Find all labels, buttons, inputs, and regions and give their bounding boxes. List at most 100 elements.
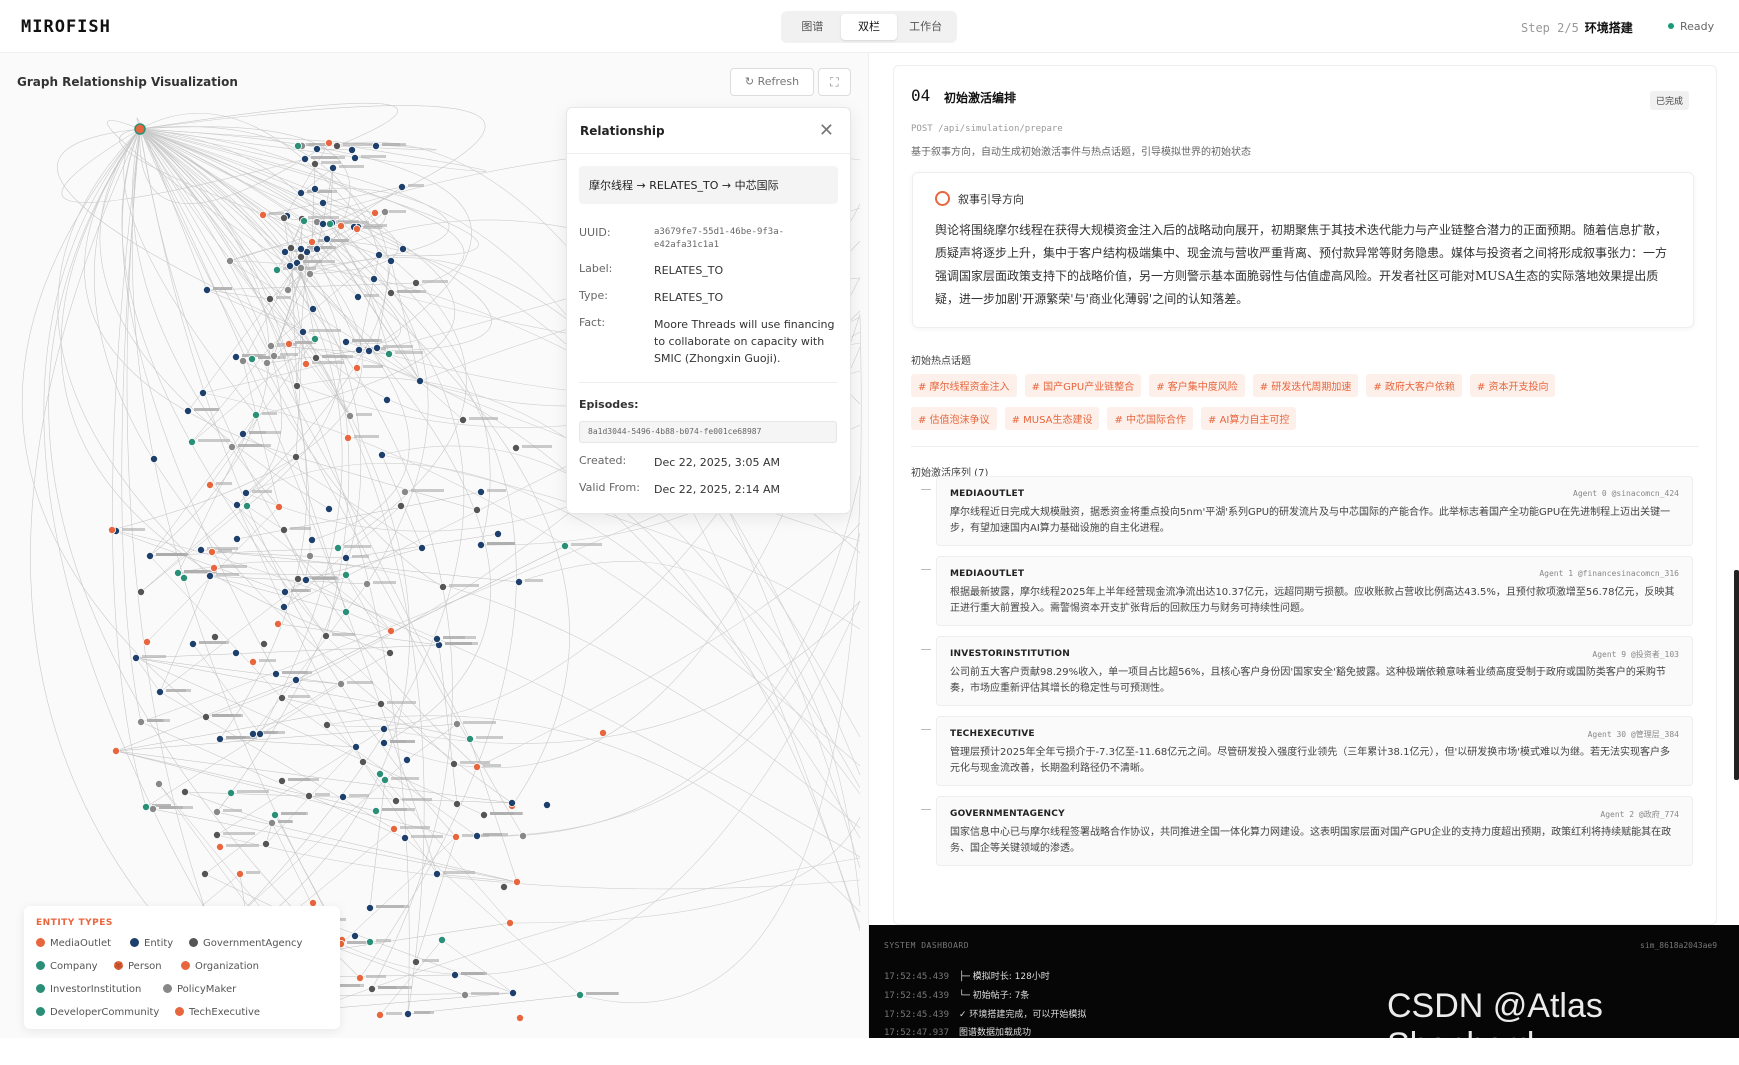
created-value: Dec 22, 2025, 3:05 AM	[654, 456, 780, 469]
topic-tag[interactable]: # MUSA生态建设	[1004, 407, 1100, 430]
tab-graph[interactable]: 图谱	[784, 14, 841, 40]
valid-value: Dec 22, 2025, 2:14 AM	[654, 483, 780, 496]
legend-dot	[181, 961, 190, 970]
scrollbar[interactable]	[1734, 570, 1739, 780]
legend-dot	[36, 938, 45, 947]
node-label	[339, 165, 364, 168]
graph-node	[269, 351, 278, 360]
graph-node	[338, 793, 347, 802]
graph-node	[380, 207, 389, 216]
graph-node	[259, 640, 268, 649]
post-text: 公司前五大客户贡献98.29%收入，单一项目占比超56%，且核心客户身份因'国家…	[950, 667, 1666, 694]
graph-node	[180, 788, 189, 797]
fullscreen-button[interactable]: ⛶	[818, 68, 851, 96]
node-label	[373, 581, 396, 584]
topic-tag[interactable]: # 中芯国际合作	[1107, 407, 1194, 430]
graph-node	[438, 583, 447, 592]
legend-label: Organization	[195, 961, 259, 972]
post-card[interactable]: MEDIAOUTLET Agent 1 @financesinacomcn_31…	[936, 556, 1693, 626]
node-label	[262, 412, 277, 415]
post-card[interactable]: GOVERNMENTAGENCY Agent 2 @政府_774 国家信息中心已…	[936, 796, 1693, 866]
graph-node	[333, 543, 342, 552]
graph-node	[231, 352, 240, 361]
graph-node	[225, 256, 234, 265]
graph-node	[296, 188, 305, 197]
topic-tag[interactable]: # 国产GPU产业链整合	[1024, 374, 1142, 397]
graph-edge	[139, 128, 517, 979]
graph-node	[576, 991, 585, 1000]
node-label	[382, 808, 407, 811]
graph-edge	[94, 128, 513, 804]
legend-item: InvestorInstitution	[36, 984, 141, 995]
node-label	[288, 778, 319, 781]
graph-node	[322, 234, 331, 243]
node-label	[246, 871, 260, 874]
node-label	[382, 143, 400, 146]
post-text: 管理层预计2025年全年亏损介于-7.3亿至-11.68亿元之间。尽管研发投入强…	[950, 747, 1670, 774]
graph-node	[400, 487, 409, 496]
graph-edge	[159, 579, 307, 693]
node-label	[352, 555, 369, 558]
post-card[interactable]: INVESTORINSTITUTION Agent 9 @投资者_103 公司前…	[936, 636, 1693, 706]
close-icon[interactable]: ✕	[819, 120, 834, 141]
post-card[interactable]: TECHEXECUTIVE Agent 30 @管理层_384 管理层预计202…	[936, 716, 1693, 786]
legend-label: GovernmentAgency	[203, 938, 303, 949]
node-label	[312, 577, 338, 580]
topic-tag[interactable]: # 资本开支投向	[1469, 374, 1556, 397]
graph-node	[325, 219, 334, 228]
node-label	[461, 972, 485, 975]
graph-node	[312, 244, 321, 253]
node-label	[199, 641, 229, 644]
graph-node	[472, 763, 481, 772]
node-label	[147, 719, 170, 722]
node-label	[303, 260, 335, 263]
node-label	[443, 871, 475, 874]
node-label	[321, 161, 341, 164]
graph-node-hub	[134, 123, 146, 135]
node-label	[383, 345, 413, 348]
graph-node	[472, 505, 481, 514]
node-label	[122, 528, 145, 531]
topic-tag[interactable]: # 政府大客户依赖	[1366, 374, 1462, 397]
tab-split[interactable]: 双栏	[840, 14, 898, 40]
node-label	[290, 527, 311, 530]
node-label	[395, 351, 423, 354]
node-label	[364, 294, 379, 297]
graph-node	[367, 985, 376, 994]
graph-node	[136, 718, 145, 727]
top-bar: MIROFISH 图谱 双栏 工作台 Step 2/5 环境搭建 Ready	[0, 0, 1739, 53]
node-label	[309, 329, 341, 332]
graph-node	[352, 224, 361, 233]
graph-node	[341, 553, 350, 562]
node-label	[276, 296, 291, 299]
created-label: Created:	[579, 454, 627, 467]
post-agent: Agent 30 @管理层_384	[1587, 730, 1679, 739]
graph-node	[345, 411, 354, 420]
graph-edge	[379, 939, 443, 1016]
node-label	[483, 833, 508, 836]
topic-tag[interactable]: # AI算力自主可控	[1201, 407, 1297, 430]
node-label	[476, 736, 503, 739]
graph-node	[293, 575, 302, 584]
graph-node	[389, 825, 398, 834]
graph-edge	[404, 837, 581, 996]
graph-edge	[316, 148, 353, 151]
topic-tag[interactable]: # 估值泡沫争议	[911, 407, 997, 430]
refresh-button[interactable]: ↻ Refresh	[730, 68, 814, 96]
graph-edge	[145, 683, 342, 808]
topic-tag[interactable]: # 研发迭代周期加速	[1252, 374, 1359, 397]
log-time: 17:52:45.439	[884, 972, 950, 982]
graph-node	[196, 545, 205, 554]
graph-edge	[283, 529, 307, 581]
graph-node	[336, 680, 345, 689]
divider	[911, 446, 1699, 447]
topic-tag[interactable]: # 摩尔线程资金注入	[911, 374, 1017, 397]
graph-node	[432, 635, 441, 644]
topic-tag[interactable]: # 客户集中度风险	[1149, 374, 1245, 397]
graph-node	[561, 541, 570, 550]
graph-node	[476, 487, 485, 496]
status-indicator: Ready	[1668, 20, 1714, 33]
post-card[interactable]: MEDIAOUTLET Agent 0 @sinacomcn_424 摩尔线程近…	[936, 476, 1693, 546]
type-label: Type:	[579, 289, 608, 302]
tab-workbench[interactable]: 工作台	[897, 14, 954, 40]
